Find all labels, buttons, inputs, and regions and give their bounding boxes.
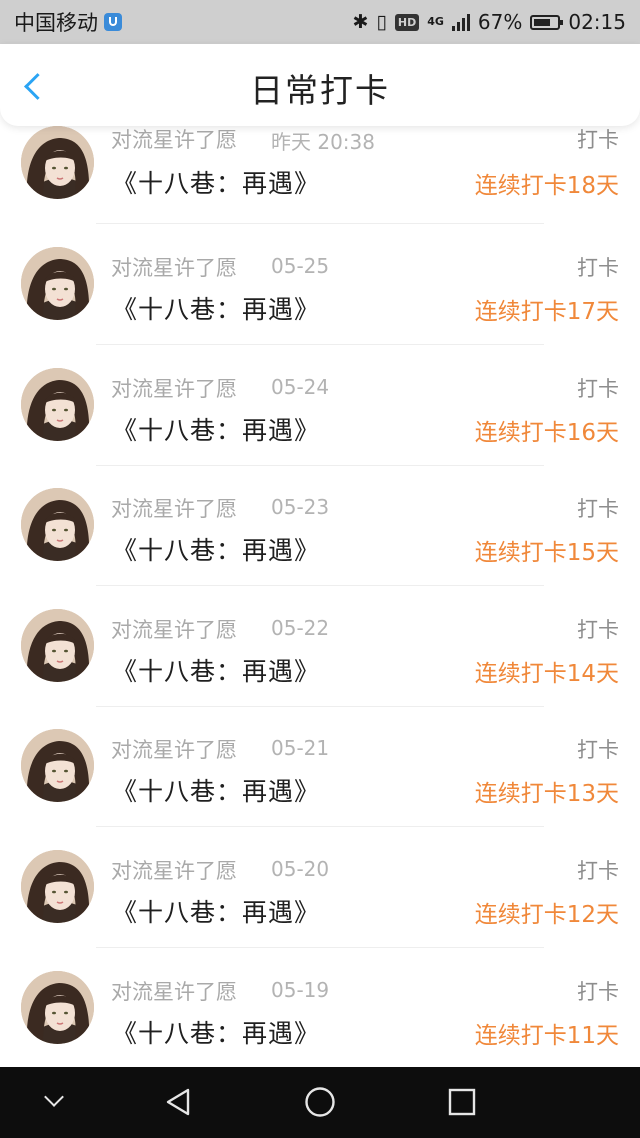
author-name: 对流星许了愿 (111, 377, 237, 401)
streak-label: 连续打卡15天 (474, 540, 619, 566)
list-item[interactable]: 对流星许了愿 昨天 20:38 打卡 《十八巷：再遇》 连续打卡18天 (0, 126, 640, 230)
battery-icon (530, 14, 564, 30)
avatar[interactable] (21, 729, 94, 802)
page-title: 日常打卡 (250, 71, 390, 110)
signal-icon (451, 13, 470, 31)
hd-badge: HD (394, 13, 420, 31)
header: 日常打卡 (0, 44, 640, 126)
book-title[interactable]: 《十八巷：再遇》 (112, 1014, 320, 1050)
avatar[interactable] (21, 488, 94, 561)
streak-label: 连续打卡18天 (474, 173, 619, 199)
clock: 02:15 (568, 10, 626, 34)
list-item[interactable]: 对流星许了愿 05-25 打卡 《十八巷：再遇》 连续打卡17天 (0, 230, 640, 350)
avatar[interactable] (21, 126, 94, 199)
book-title[interactable]: 《十八巷：再遇》 (112, 531, 320, 567)
navigation-bar (0, 1067, 640, 1138)
nav-recent-button[interactable] (422, 1067, 502, 1138)
checkin-action[interactable]: 打卡 (577, 734, 619, 764)
checkin-action[interactable]: 打卡 (577, 493, 619, 523)
streak-label: 连续打卡13天 (474, 781, 619, 807)
back-triangle-icon (166, 1088, 190, 1116)
entry-date: 05-23 (271, 495, 330, 519)
nav-back-button[interactable] (140, 1067, 220, 1138)
battery-percent: 67% (477, 10, 523, 34)
streak-label: 连续打卡12天 (474, 902, 619, 928)
author-name: 对流星许了愿 (111, 980, 237, 1004)
entry-date: 05-24 (271, 375, 330, 399)
divider (96, 465, 544, 466)
entry-date: 05-21 (271, 736, 330, 760)
book-title[interactable]: 《十八巷：再遇》 (112, 772, 320, 808)
avatar[interactable] (21, 850, 94, 923)
home-circle-icon (305, 1087, 335, 1117)
author-name: 对流星许了愿 (111, 859, 237, 883)
nav-home-button[interactable] (280, 1067, 360, 1138)
author-name: 对流星许了愿 (111, 497, 237, 521)
avatar[interactable] (21, 247, 94, 320)
book-title[interactable]: 《十八巷：再遇》 (112, 164, 320, 200)
entry-date: 05-20 (271, 857, 330, 881)
chevron-down-icon (44, 1087, 64, 1107)
shield-icon (104, 13, 122, 31)
book-title[interactable]: 《十八巷：再遇》 (112, 893, 320, 929)
list-item[interactable]: 对流星许了愿 05-20 打卡 《十八巷：再遇》 连续打卡12天 (0, 833, 640, 953)
entry-date: 05-25 (271, 254, 330, 278)
avatar[interactable] (21, 609, 94, 682)
list-item[interactable]: 对流星许了愿 05-22 打卡 《十八巷：再遇》 连续打卡14天 (0, 592, 640, 712)
divider (96, 223, 544, 224)
carrier-label: 中国移动 (14, 11, 98, 35)
avatar[interactable] (21, 368, 94, 441)
bluetooth-icon: ✱ (352, 11, 369, 33)
checkin-action[interactable]: 打卡 (577, 252, 619, 282)
list-item[interactable]: 对流星许了愿 05-23 打卡 《十八巷：再遇》 连续打卡15天 (0, 471, 640, 591)
streak-label: 连续打卡14天 (474, 661, 619, 687)
author-name: 对流星许了愿 (111, 738, 237, 762)
list-item[interactable]: 对流星许了愿 05-19 打卡 《十八巷：再遇》 连续打卡11天 (0, 954, 640, 1067)
nav-hide-button[interactable] (14, 1067, 94, 1138)
vibrate-icon: ▯ (376, 11, 387, 33)
book-title[interactable]: 《十八巷：再遇》 (112, 290, 320, 326)
avatar[interactable] (21, 971, 94, 1044)
book-title[interactable]: 《十八巷：再遇》 (112, 411, 320, 447)
checkin-action[interactable]: 打卡 (577, 976, 619, 1006)
entry-date: 05-19 (271, 978, 330, 1002)
checkin-action[interactable]: 打卡 (577, 614, 619, 644)
divider (96, 585, 544, 586)
streak-label: 连续打卡16天 (474, 420, 619, 446)
divider (96, 947, 544, 948)
status-bar: 中国移动 ✱ ▯ HD 4G 67% 02:15 (0, 0, 640, 44)
checkin-action[interactable]: 打卡 (577, 855, 619, 885)
divider (96, 826, 544, 827)
list-item[interactable]: 对流星许了愿 05-21 打卡 《十八巷：再遇》 连续打卡13天 (0, 712, 640, 832)
recent-square-icon (448, 1088, 476, 1116)
checkin-list[interactable]: 对流星许了愿 昨天 20:38 打卡 《十八巷：再遇》 连续打卡18天 对流星许… (0, 126, 640, 1067)
streak-label: 连续打卡11天 (474, 1023, 619, 1049)
author-name: 对流星许了愿 (111, 618, 237, 642)
divider (96, 706, 544, 707)
book-title[interactable]: 《十八巷：再遇》 (112, 652, 320, 688)
entry-date: 05-22 (271, 616, 330, 640)
network-label: 4G (427, 15, 444, 28)
list-item[interactable]: 对流星许了愿 05-24 打卡 《十八巷：再遇》 连续打卡16天 (0, 351, 640, 471)
streak-label: 连续打卡17天 (474, 299, 619, 325)
author-name: 对流星许了愿 (111, 256, 237, 280)
divider (96, 344, 544, 345)
checkin-action[interactable]: 打卡 (577, 373, 619, 403)
